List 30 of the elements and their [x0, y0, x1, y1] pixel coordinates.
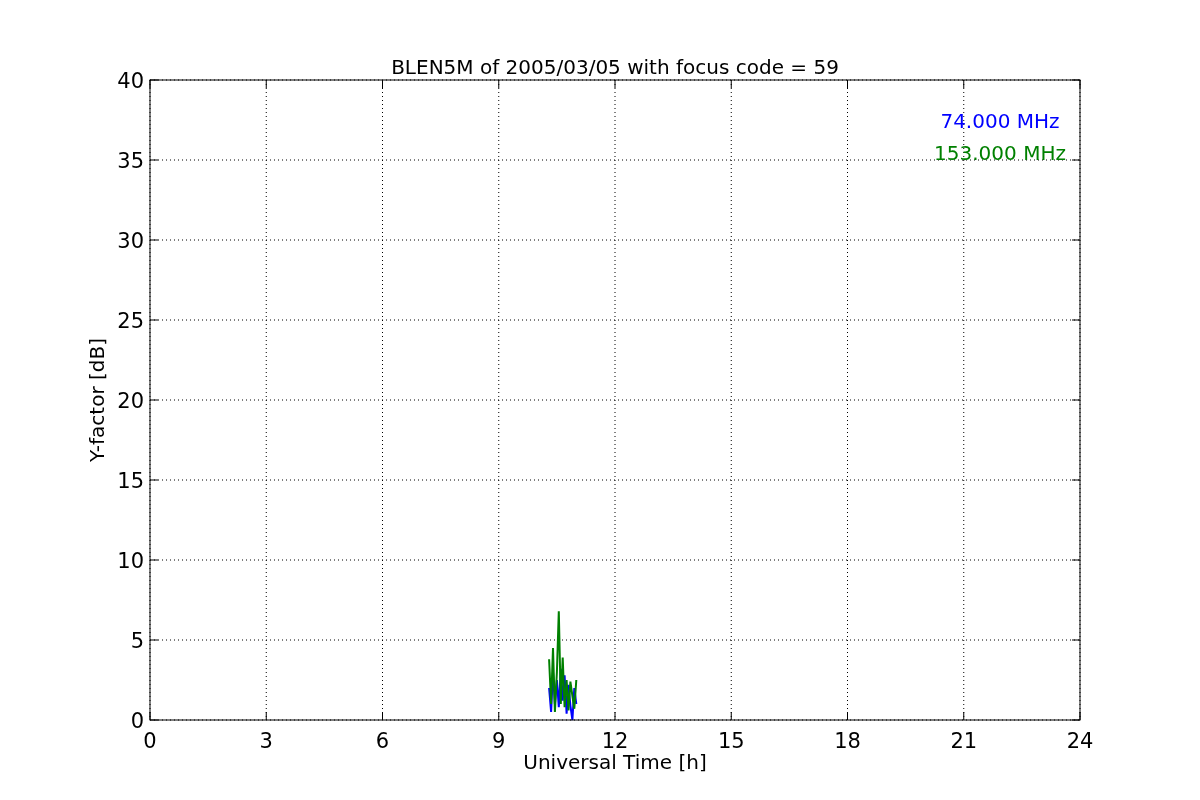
- x-tick-label: 21: [950, 729, 978, 753]
- tick-mark: [382, 711, 383, 721]
- y-tick-label: 5: [130, 629, 144, 653]
- y-axis-label: Y-factor [dB]: [85, 338, 109, 462]
- tick-mark: [498, 711, 500, 721]
- tick-mark: [963, 711, 965, 721]
- y-tick-label: 40: [117, 69, 144, 93]
- y-tick-label: 10: [117, 549, 144, 573]
- x-tick-label: 24: [1066, 729, 1094, 753]
- legend-label: 74.000 MHz: [940, 109, 1060, 133]
- x-tick-label: 0: [143, 729, 157, 753]
- tick-mark: [730, 711, 732, 721]
- x-tick-label: 3: [259, 729, 273, 753]
- legend-label: 153.000 MHz: [934, 141, 1066, 165]
- x-tick-label: 6: [375, 729, 390, 753]
- chart-title: BLEN5M of 2005/03/05 with focus code = 59: [391, 55, 839, 79]
- y-tick-label: 35: [117, 149, 144, 173]
- x-tick-label: 12: [601, 729, 629, 753]
- tick-mark: [265, 711, 267, 721]
- x-tick-label: 18: [834, 729, 861, 753]
- y-tick-label: 30: [117, 229, 144, 253]
- x-axis-label: Universal Time [h]: [523, 750, 707, 774]
- x-tick-label: 9: [492, 729, 506, 753]
- y-tick-label: 0: [130, 709, 144, 733]
- x-tick-label: 15: [717, 729, 745, 753]
- y-tick-label: 15: [117, 469, 144, 493]
- tick-mark: [614, 711, 616, 721]
- y-tick-label: 20: [117, 389, 144, 413]
- y-tick-label: 25: [117, 309, 144, 333]
- tick-mark: [847, 711, 848, 721]
